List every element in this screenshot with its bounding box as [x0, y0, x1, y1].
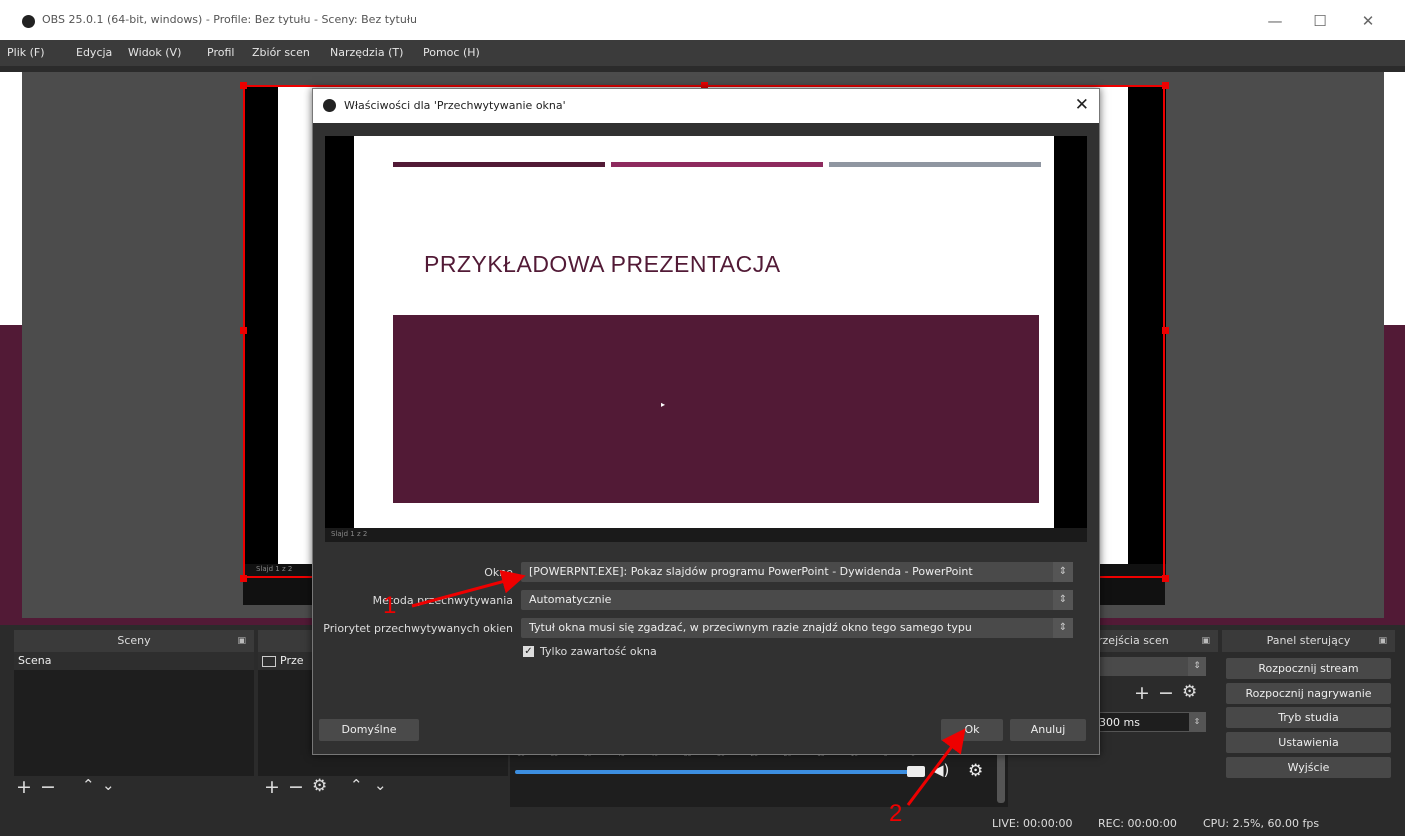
transitions-dock-title: rzejścia scen: [1098, 634, 1169, 647]
annotation-number-1: 1: [383, 592, 397, 619]
obs-logo-icon: [323, 99, 336, 112]
close-button[interactable]: ✕: [1348, 9, 1388, 33]
rec-time: REC: 00:00:00: [1098, 817, 1177, 830]
scene-item[interactable]: Scena: [14, 652, 254, 670]
menu-scene-collection[interactable]: Zbiór scen: [252, 46, 310, 59]
slide-content-box: ▸: [393, 315, 1039, 503]
source-item-label: Prze: [280, 654, 304, 667]
mixer-settings-icon[interactable]: ⚙: [968, 761, 983, 781]
remove-source-icon[interactable]: −: [288, 776, 304, 798]
dialog-close-button[interactable]: ✕: [1075, 95, 1089, 115]
live-time: LIVE: 00:00:00: [992, 817, 1073, 830]
resize-handle-right[interactable]: [1162, 327, 1169, 334]
volume-slider-handle[interactable]: [907, 766, 925, 777]
undock-icon[interactable]: ▣: [237, 630, 246, 652]
undock-icon[interactable]: ▣: [1378, 630, 1387, 652]
capture-method-value: Automatycznie: [529, 593, 612, 606]
annotation-number-2: 2: [889, 800, 903, 827]
chevron-updown-icon: ⇕: [1053, 562, 1073, 582]
speaker-icon[interactable]: ◀): [932, 761, 949, 779]
slide-accent-bar-3: [829, 162, 1041, 167]
title-bar: OBS 25.0.1 (64-bit, windows) - Profile: …: [0, 0, 1405, 40]
menu-tools[interactable]: Narzędzia (T): [330, 46, 403, 59]
menu-view[interactable]: Widok (V): [128, 46, 181, 59]
move-down-icon[interactable]: ⌄: [102, 776, 115, 794]
add-transition-icon[interactable]: +: [1134, 682, 1150, 704]
menu-bar: Plik (F) Edycja Widok (V) Profil Zbiór s…: [0, 40, 1405, 66]
chevron-updown-icon: ⇕: [1053, 590, 1073, 610]
minimize-button[interactable]: —: [1255, 9, 1295, 33]
undock-icon[interactable]: ▣: [1201, 630, 1210, 652]
defaults-button[interactable]: Domyślne: [319, 719, 419, 741]
settings-button[interactable]: Ustawienia: [1226, 732, 1391, 753]
window-select-value: [POWERPNT.EXE]: Pokaz slajdów programu P…: [529, 565, 973, 578]
cpu-usage: CPU: 2.5%, 60.00 fps: [1203, 817, 1320, 830]
preview-slide-counter: Slajd 1 z 2: [331, 530, 368, 538]
remove-transition-icon[interactable]: −: [1158, 682, 1174, 704]
scenes-list: Scena: [14, 652, 254, 776]
exit-button[interactable]: Wyjście: [1226, 757, 1391, 778]
slide-accent-bar-1: [393, 162, 605, 167]
resize-handle-top-right[interactable]: [1162, 82, 1169, 89]
remove-scene-icon[interactable]: −: [40, 776, 56, 798]
controls-dock-header: Panel sterujący ▣: [1222, 630, 1395, 652]
spinbox-arrows-icon[interactable]: ⇕: [1189, 713, 1205, 731]
controls-dock-title: Panel sterujący: [1266, 634, 1351, 647]
window-priority-select[interactable]: Tytuł okna musi się zgadzać, w przeciwny…: [521, 618, 1073, 638]
slide-title: PRZYKŁADOWA PREZENTACJA: [424, 251, 781, 277]
menu-profile[interactable]: Profil: [207, 46, 234, 59]
window-select[interactable]: [POWERPNT.EXE]: Pokaz slajdów programu P…: [521, 562, 1073, 582]
add-scene-icon[interactable]: +: [16, 776, 32, 798]
resize-handle-left[interactable]: [240, 327, 247, 334]
start-recording-button[interactable]: Rozpocznij nagrywanie: [1226, 683, 1391, 704]
window-title: OBS 25.0.1 (64-bit, windows) - Profile: …: [42, 13, 417, 26]
volume-slider[interactable]: [515, 770, 915, 774]
source-move-down-icon[interactable]: ⌄: [374, 776, 387, 794]
properties-dialog: Właściwości dla 'Przechwytywanie okna' ✕…: [312, 88, 1100, 755]
preview-slide: PRZYKŁADOWA PREZENTACJA ▸: [354, 136, 1054, 528]
move-up-icon[interactable]: ⌃: [82, 776, 95, 794]
capture-method-select[interactable]: Automatycznie ⇕: [521, 590, 1073, 610]
menu-edit[interactable]: Edycja: [76, 46, 112, 59]
chevron-updown-icon: ⇕: [1053, 618, 1073, 638]
dialog-preview: PRZYKŁADOWA PREZENTACJA ▸ Slajd 1 z 2: [325, 136, 1087, 542]
window-label: Okno: [484, 566, 513, 579]
maximize-button[interactable]: ☐: [1300, 9, 1340, 33]
mouse-cursor-icon: ▸: [661, 400, 666, 409]
transition-properties-icon[interactable]: ⚙: [1182, 682, 1197, 702]
window-priority-value: Tytuł okna musi się zgadzać, w przeciwny…: [529, 621, 972, 634]
window-priority-label: Priorytet przechwytywanych okien: [323, 622, 513, 635]
cancel-button[interactable]: Anuluj: [1010, 719, 1086, 741]
ok-button[interactable]: Ok: [941, 719, 1003, 741]
dialog-title-bar: Właściwości dla 'Przechwytywanie okna' ✕: [313, 89, 1099, 123]
resize-handle-bottom-right[interactable]: [1162, 575, 1169, 582]
scenes-dock-title: Sceny: [117, 634, 151, 647]
menu-file[interactable]: Plik (F): [7, 46, 45, 59]
menu-help[interactable]: Pomoc (H): [423, 46, 480, 59]
window-source-icon: [262, 655, 276, 667]
client-area-checkbox[interactable]: ✓: [523, 646, 534, 657]
transition-select[interactable]: ⇕: [1092, 657, 1206, 676]
chevron-updown-icon: ⇕: [1188, 657, 1206, 676]
slide-accent-bar-2: [611, 162, 823, 167]
transition-duration-value: 300 ms: [1099, 716, 1140, 729]
resize-handle-bottom-left[interactable]: [240, 575, 247, 582]
resize-handle-top-left[interactable]: [240, 82, 247, 89]
dialog-title: Właściwości dla 'Przechwytywanie okna': [344, 99, 566, 112]
scenes-dock: Sceny ▣ Scena + − ⌃ ⌄: [14, 630, 254, 806]
status-bar: LIVE: 00:00:00 REC: 00:00:00 CPU: 2.5%, …: [0, 810, 1405, 836]
source-move-up-icon[interactable]: ⌃: [350, 776, 363, 794]
scenes-dock-header: Sceny ▣: [14, 630, 254, 652]
preview-slideshow-bar: Slajd 1 z 2: [325, 528, 1087, 542]
source-properties-icon[interactable]: ⚙: [312, 776, 327, 796]
client-area-label[interactable]: Tylko zawartość okna: [540, 645, 657, 658]
obs-logo-icon: [22, 15, 35, 28]
transition-duration-field[interactable]: 300 ms ⇕: [1092, 712, 1206, 732]
start-stream-button[interactable]: Rozpocznij stream: [1226, 658, 1391, 679]
studio-mode-button[interactable]: Tryb studia: [1226, 707, 1391, 728]
capture-method-label: Metoda przechwytywania: [372, 594, 513, 607]
add-source-icon[interactable]: +: [264, 776, 280, 798]
